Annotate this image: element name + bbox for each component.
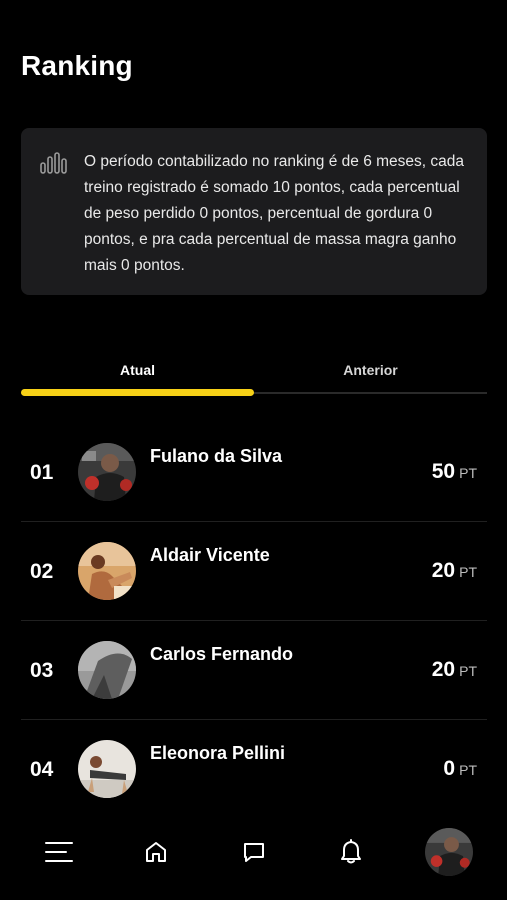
ranking-row[interactable]: 03 Carlos Fernando 20 PT bbox=[21, 621, 487, 720]
user-avatar bbox=[78, 740, 136, 798]
points-unit: PT bbox=[459, 762, 477, 778]
rank-position: 02 bbox=[30, 560, 54, 583]
points-value: 0 bbox=[443, 757, 456, 780]
ranking-row[interactable]: 04 Eleonora Pellini 0 PT bbox=[21, 720, 487, 818]
chat-button[interactable] bbox=[230, 828, 278, 876]
user-avatar bbox=[78, 443, 136, 501]
menu-icon bbox=[45, 842, 73, 862]
points-value: 50 bbox=[431, 460, 456, 483]
points-unit: PT bbox=[459, 465, 477, 481]
rank-position: 03 bbox=[30, 659, 54, 682]
bar-chart-icon bbox=[40, 152, 67, 174]
user-avatar bbox=[78, 542, 136, 600]
ranking-info-text: O período contabilizado no ranking é de … bbox=[84, 153, 464, 274]
points-value: 20 bbox=[431, 658, 456, 681]
user-name: Eleonora Pellini bbox=[150, 743, 286, 763]
bottom-navigation bbox=[0, 818, 507, 900]
user-avatar bbox=[78, 641, 136, 699]
ranking-row[interactable]: 01 Fulano da Silva 50 PT bbox=[21, 423, 487, 522]
points-unit: PT bbox=[459, 564, 477, 580]
page-title: Ranking bbox=[21, 50, 133, 81]
user-points: 20 PT bbox=[432, 559, 477, 583]
ranking-info-card: O período contabilizado no ranking é de … bbox=[21, 128, 487, 295]
user-points: 0 PT bbox=[443, 757, 477, 781]
tab-current[interactable]: Atual bbox=[21, 362, 254, 378]
user-points: 20 PT bbox=[432, 658, 477, 682]
notifications-button[interactable] bbox=[327, 828, 375, 876]
bell-icon bbox=[341, 839, 361, 864]
user-name: Fulano da Silva bbox=[150, 446, 283, 466]
profile-avatar bbox=[425, 828, 473, 876]
profile-button[interactable] bbox=[425, 828, 473, 876]
user-points: 50 PT bbox=[432, 460, 477, 484]
points-value: 20 bbox=[431, 559, 456, 582]
rank-position: 04 bbox=[30, 758, 54, 781]
home-icon bbox=[146, 842, 166, 862]
ranking-tabs: Atual Anterior bbox=[21, 350, 487, 396]
active-tab-indicator bbox=[21, 389, 254, 396]
user-name: Carlos Fernando bbox=[150, 644, 294, 664]
points-unit: PT bbox=[459, 663, 477, 679]
rank-position: 01 bbox=[30, 461, 54, 484]
ranking-list: 01 Fulano da Silva 50 PT 02 Aldair Vicen… bbox=[21, 423, 487, 818]
ranking-row[interactable]: 02 Aldair Vicente 20 PT bbox=[21, 522, 487, 621]
tab-previous[interactable]: Anterior bbox=[254, 362, 487, 378]
home-button[interactable] bbox=[132, 828, 180, 876]
chat-icon bbox=[244, 843, 264, 862]
user-name: Aldair Vicente bbox=[150, 545, 270, 565]
menu-button[interactable] bbox=[35, 828, 83, 876]
